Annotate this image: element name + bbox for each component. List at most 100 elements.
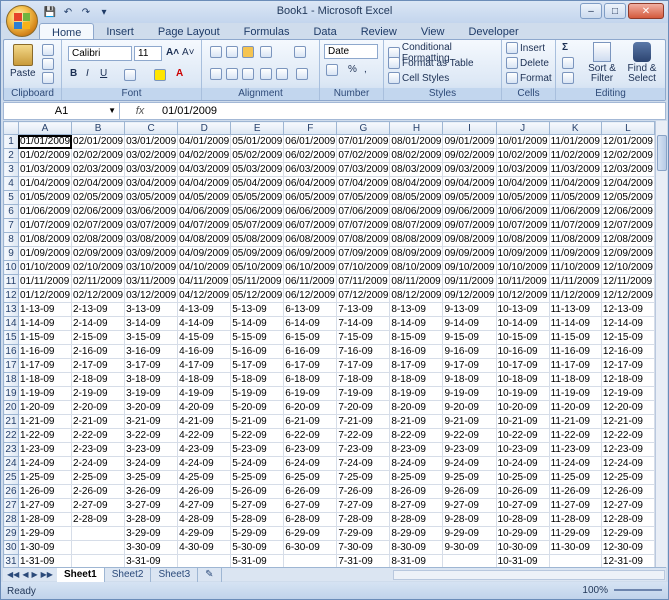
decrease-indent-icon[interactable] <box>260 68 272 80</box>
cell[interactable]: 02/01/2009 <box>71 134 126 149</box>
align-center-icon[interactable] <box>226 68 238 80</box>
cell[interactable]: 6-27-09 <box>283 498 338 513</box>
cell[interactable]: 7-13-09 <box>336 302 391 317</box>
cell[interactable]: 1-20-09 <box>17 400 73 415</box>
cell[interactable]: 4-19-09 <box>177 386 232 401</box>
format-painter-icon[interactable] <box>42 72 54 84</box>
cell[interactable]: 10/01/2009 <box>495 134 550 149</box>
cell[interactable]: 11-30-09 <box>548 540 602 555</box>
cell[interactable]: 5-22-09 <box>230 428 285 443</box>
cell[interactable]: 1-17-09 <box>17 358 73 373</box>
row-header[interactable]: 7 <box>3 218 19 233</box>
cell[interactable]: 01/10/2009 <box>17 260 73 275</box>
cell[interactable]: 4-27-09 <box>177 498 232 513</box>
row-header[interactable]: 6 <box>3 204 19 219</box>
cell[interactable]: 7-24-09 <box>336 456 391 471</box>
cell[interactable]: 11/02/2009 <box>548 148 602 163</box>
cell[interactable]: 04/03/2009 <box>177 162 232 177</box>
cell[interactable]: 01/08/2009 <box>17 232 73 247</box>
cell[interactable]: 07/10/2009 <box>336 260 391 275</box>
cell[interactable]: 5-31-09 <box>230 554 285 567</box>
cell[interactable]: 02/12/2009 <box>71 288 126 303</box>
column-header[interactable]: B <box>71 121 126 135</box>
cell[interactable]: 1-21-09 <box>17 414 73 429</box>
cell[interactable]: 3-14-09 <box>124 316 179 331</box>
autosum-icon[interactable]: Σ <box>562 42 568 53</box>
cell[interactable]: 04/01/2009 <box>177 134 232 149</box>
cell[interactable]: 4-26-09 <box>177 484 232 499</box>
cell[interactable]: 06/12/2009 <box>283 288 338 303</box>
cell[interactable]: 6-26-09 <box>283 484 338 499</box>
cell[interactable]: 5-17-09 <box>230 358 285 373</box>
cell[interactable]: 9-26-09 <box>442 484 497 499</box>
cell[interactable]: 2-24-09 <box>71 456 126 471</box>
cell[interactable]: 2-19-09 <box>71 386 126 401</box>
cell[interactable]: 03/07/2009 <box>124 218 179 233</box>
cell[interactable]: 05/10/2009 <box>230 260 285 275</box>
cell[interactable]: 7-29-09 <box>336 526 391 541</box>
cell[interactable]: 11-21-09 <box>548 414 602 429</box>
cell[interactable]: 3-20-09 <box>124 400 179 415</box>
format-as-table-button[interactable]: Format as Table <box>388 57 474 69</box>
cell[interactable]: 04/10/2009 <box>177 260 232 275</box>
cell[interactable]: 12-29-09 <box>600 526 655 541</box>
cell[interactable]: 2-26-09 <box>71 484 126 499</box>
maximize-button[interactable]: □ <box>604 3 626 19</box>
borders-icon[interactable] <box>124 69 136 81</box>
tab-developer[interactable]: Developer <box>456 23 530 40</box>
cell[interactable]: 05/11/2009 <box>230 274 285 289</box>
cell[interactable]: 12-22-09 <box>600 428 655 443</box>
cell[interactable]: 5-19-09 <box>230 386 285 401</box>
cell[interactable]: 8-23-09 <box>389 442 444 457</box>
cell[interactable]: 12-18-09 <box>600 372 655 387</box>
cell[interactable]: 09/08/2009 <box>442 232 497 247</box>
cell[interactable]: 4-23-09 <box>177 442 232 457</box>
number-format-select[interactable]: Date <box>324 44 378 59</box>
cell[interactable]: 07/11/2009 <box>336 274 391 289</box>
cell[interactable]: 07/05/2009 <box>336 190 391 205</box>
formula-input[interactable]: 01/01/2009 <box>160 105 665 117</box>
cell[interactable]: 03/10/2009 <box>124 260 179 275</box>
cell[interactable]: 3-27-09 <box>124 498 179 513</box>
cell[interactable]: 10-15-09 <box>495 330 550 345</box>
cell[interactable]: 9-28-09 <box>442 512 497 527</box>
cell[interactable]: 11-22-09 <box>548 428 602 443</box>
cell[interactable]: 11/04/2009 <box>548 176 602 191</box>
column-header[interactable]: C <box>124 121 179 135</box>
cell[interactable]: 2-15-09 <box>71 330 126 345</box>
cell[interactable]: 9-22-09 <box>442 428 497 443</box>
cell[interactable]: 6-23-09 <box>283 442 338 457</box>
cell[interactable]: 12/05/2009 <box>600 190 655 205</box>
cell[interactable]: 4-14-09 <box>177 316 232 331</box>
cell[interactable]: 10/05/2009 <box>495 190 550 205</box>
cell[interactable]: 06/10/2009 <box>283 260 338 275</box>
cell[interactable]: 07/04/2009 <box>336 176 391 191</box>
last-sheet-icon[interactable]: ▶▶ <box>41 570 53 579</box>
cell[interactable]: 8-22-09 <box>389 428 444 443</box>
cell[interactable] <box>71 554 126 567</box>
cell[interactable]: 3-24-09 <box>124 456 179 471</box>
row-header[interactable]: 25 <box>3 470 19 485</box>
cell[interactable]: 12-30-09 <box>600 540 655 555</box>
cell[interactable]: 06/04/2009 <box>283 176 338 191</box>
cell[interactable]: 05/05/2009 <box>230 190 285 205</box>
cell[interactable]: 3-16-09 <box>124 344 179 359</box>
cell[interactable]: 08/09/2009 <box>389 246 444 261</box>
cell[interactable]: 07/08/2009 <box>336 232 391 247</box>
cell[interactable]: 12-27-09 <box>600 498 655 513</box>
cell[interactable]: 8-20-09 <box>389 400 444 415</box>
cell[interactable]: 7-19-09 <box>336 386 391 401</box>
cell[interactable]: 1-16-09 <box>17 344 73 359</box>
cut-icon[interactable] <box>42 44 54 56</box>
cell[interactable]: 9-17-09 <box>442 358 497 373</box>
currency-icon[interactable] <box>326 64 338 76</box>
cell[interactable]: 07/01/2009 <box>336 134 391 149</box>
font-color-icon[interactable]: A <box>176 68 183 79</box>
cell[interactable] <box>71 540 126 555</box>
cell[interactable]: 11/03/2009 <box>548 162 602 177</box>
cell[interactable]: 9-20-09 <box>442 400 497 415</box>
cell[interactable]: 10/11/2009 <box>495 274 550 289</box>
cell[interactable]: 11-13-09 <box>548 302 602 317</box>
row-header[interactable]: 23 <box>3 442 19 457</box>
cell[interactable]: 11/09/2009 <box>548 246 602 261</box>
